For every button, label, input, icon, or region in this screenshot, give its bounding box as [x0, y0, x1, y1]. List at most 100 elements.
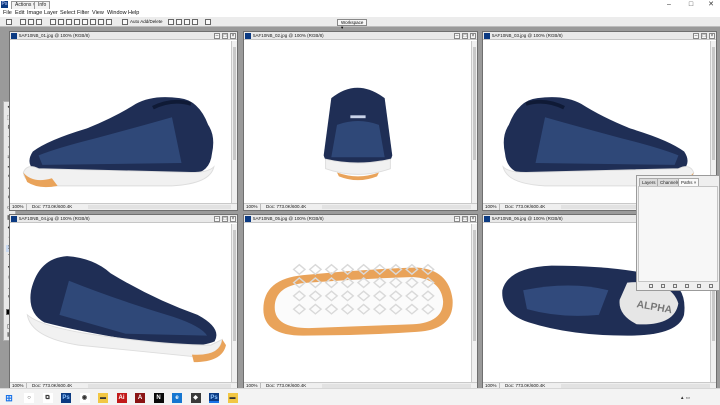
doc-maximize-icon[interactable]: □	[701, 33, 707, 39]
document-canvas[interactable]	[10, 224, 231, 382]
close-icon[interactable]: ✕	[704, 0, 718, 9]
make-work-path-icon[interactable]	[685, 284, 689, 288]
delete-path-icon[interactable]	[709, 284, 713, 288]
doc-minimize-icon[interactable]: –	[693, 33, 699, 39]
menu-edit[interactable]: Edit	[15, 9, 24, 17]
freeform-pen-icon[interactable]	[58, 19, 64, 25]
menu-window[interactable]: Window	[107, 9, 127, 17]
folder-icon[interactable]: ▬	[227, 393, 238, 403]
adobe-icon[interactable]: A	[135, 393, 145, 403]
doc-maximize-icon[interactable]: □	[462, 216, 468, 222]
document-canvas[interactable]	[10, 41, 231, 203]
tab-paths[interactable]: Paths ×	[678, 178, 700, 186]
workspace-button[interactable]: Workspace ▾	[337, 19, 367, 30]
tab-layers[interactable]: Layers	[639, 178, 659, 186]
menu-file[interactable]: File	[3, 9, 12, 17]
document-size-info[interactable]: Doc: 773.0K/600.4K	[505, 204, 545, 210]
vpn-icon[interactable]: ◆	[190, 393, 201, 403]
vertical-scrollbar[interactable]	[471, 224, 477, 382]
system-tray[interactable]: ▲ ▭	[680, 393, 690, 403]
path-intersect-icon[interactable]	[184, 19, 190, 25]
doc-close-icon[interactable]: ×	[230, 33, 236, 39]
new-path-icon[interactable]	[697, 284, 701, 288]
horizontal-scrollbar[interactable]	[322, 205, 471, 209]
document-window[interactable]: 5AF10NB_05.jpg @ 100% (RGB/8) – □ × 100%…	[243, 214, 478, 390]
pen-icon[interactable]	[50, 19, 56, 25]
options-bar: Auto Add/Delete Workspace ▾	[0, 17, 720, 30]
document-title: 5AF10NB_05.jpg @ 100% (RGB/8)	[253, 216, 324, 221]
doc-minimize-icon[interactable]: –	[214, 216, 220, 222]
zoom-level-field[interactable]: 100%	[11, 204, 27, 210]
pen-tool-icon[interactable]	[6, 19, 12, 25]
ellipse-icon[interactable]	[82, 19, 88, 25]
document-size-info[interactable]: Doc: 773.0K/600.4K	[266, 204, 306, 210]
zoom-level-field[interactable]: 100%	[484, 204, 500, 210]
photoshop-active-icon[interactable]: Ps	[209, 393, 219, 403]
path-add-icon[interactable]	[168, 19, 174, 25]
acrobat-icon[interactable]: Ai	[116, 393, 127, 403]
animate-icon[interactable]: N	[153, 393, 164, 403]
line-icon[interactable]	[98, 19, 104, 25]
load-selection-icon[interactable]	[673, 284, 677, 288]
document-size-info[interactable]: Doc: 773.0K/600.4K	[32, 204, 72, 210]
shape-layers-icon[interactable]	[20, 19, 26, 25]
custom-shape-icon[interactable]	[106, 19, 112, 25]
start-button-icon[interactable]: ⊞	[4, 393, 14, 403]
paths-mode-icon[interactable]	[28, 19, 34, 25]
horizontal-scrollbar[interactable]	[88, 205, 231, 209]
photoshop-doc-icon	[484, 33, 490, 39]
task-view-icon[interactable]: ⧉	[42, 393, 53, 403]
menu-select[interactable]: Select	[60, 9, 75, 17]
stroke-path-icon[interactable]	[661, 284, 665, 288]
path-exclude-icon[interactable]	[192, 19, 198, 25]
vertical-scrollbar[interactable]	[231, 41, 237, 203]
fill-pixels-icon[interactable]	[36, 19, 42, 25]
doc-minimize-icon[interactable]: –	[454, 216, 460, 222]
search-icon[interactable]: ○	[24, 393, 34, 403]
document-window[interactable]: 5AF10NB_02.jpg @ 100% (RGB/8) – □ × 100%…	[243, 31, 478, 211]
file-explorer-icon[interactable]: ▬	[98, 393, 108, 403]
doc-maximize-icon[interactable]: □	[462, 33, 468, 39]
document-title-bar[interactable]: 5AF10NB_02.jpg @ 100% (RGB/8) – □ ×	[244, 32, 477, 40]
menu-help[interactable]: Help	[128, 9, 139, 17]
edge-icon[interactable]: e	[172, 393, 182, 403]
doc-close-icon[interactable]: ×	[470, 216, 476, 222]
palette-icon[interactable]	[205, 19, 211, 25]
photoshop-icon[interactable]: Ps	[61, 393, 71, 403]
document-title-bar[interactable]: 5AF10NB_01.jpg @ 100% (RGB/8) – □ ×	[10, 32, 237, 40]
doc-close-icon[interactable]: ×	[230, 216, 236, 222]
menu-filter[interactable]: Filter	[77, 9, 89, 17]
fill-path-icon[interactable]	[649, 284, 653, 288]
document-canvas[interactable]	[244, 41, 471, 203]
document-title-bar[interactable]: 5AF10NB_04.jpg @ 100% (RGB/8) – □ ×	[10, 215, 237, 223]
doc-minimize-icon[interactable]: –	[454, 33, 460, 39]
rounded-rectangle-icon[interactable]	[74, 19, 80, 25]
zoom-level-field[interactable]: 100%	[245, 204, 261, 210]
doc-maximize-icon[interactable]: □	[222, 33, 228, 39]
document-window[interactable]: 5AF10NB_04.jpg @ 100% (RGB/8) – □ × 100%…	[9, 214, 238, 390]
chrome-icon[interactable]: ◉	[79, 393, 90, 403]
maximize-icon[interactable]: □	[684, 0, 698, 9]
document-canvas[interactable]	[244, 224, 471, 382]
path-subtract-icon[interactable]	[176, 19, 182, 25]
title-bar: Ps Actions × Info – □ ✕	[0, 0, 720, 9]
document-title-bar[interactable]: 5AF10NB_05.jpg @ 100% (RGB/8) – □ ×	[244, 215, 477, 223]
menu-layer[interactable]: Layer	[44, 9, 58, 17]
menu-view[interactable]: View	[92, 9, 104, 17]
rectangle-icon[interactable]	[66, 19, 72, 25]
doc-minimize-icon[interactable]: –	[214, 33, 220, 39]
paths-panel-footer	[637, 282, 719, 290]
document-title-bar[interactable]: 5AF10NB_03.jpg @ 100% (RGB/8) – □ ×	[483, 32, 716, 40]
polygon-icon[interactable]	[90, 19, 96, 25]
document-window[interactable]: 5AF10NB_01.jpg @ 100% (RGB/8) – □ × 100%…	[9, 31, 238, 211]
tab-info[interactable]: Info	[34, 1, 51, 9]
doc-close-icon[interactable]: ×	[709, 33, 715, 39]
vertical-scrollbar[interactable]	[231, 224, 237, 382]
minimize-icon[interactable]: –	[662, 0, 676, 9]
windows-taskbar: ⊞ ○ ⧉ Ps ◉ ▬ Ai A Ne ◆ Ps ▬ ▲ ▭	[0, 388, 720, 405]
auto-add-delete-checkbox[interactable]	[122, 19, 128, 25]
vertical-scrollbar[interactable]	[471, 41, 477, 203]
doc-close-icon[interactable]: ×	[470, 33, 476, 39]
doc-maximize-icon[interactable]: □	[222, 216, 228, 222]
menu-image[interactable]: Image	[27, 9, 42, 17]
